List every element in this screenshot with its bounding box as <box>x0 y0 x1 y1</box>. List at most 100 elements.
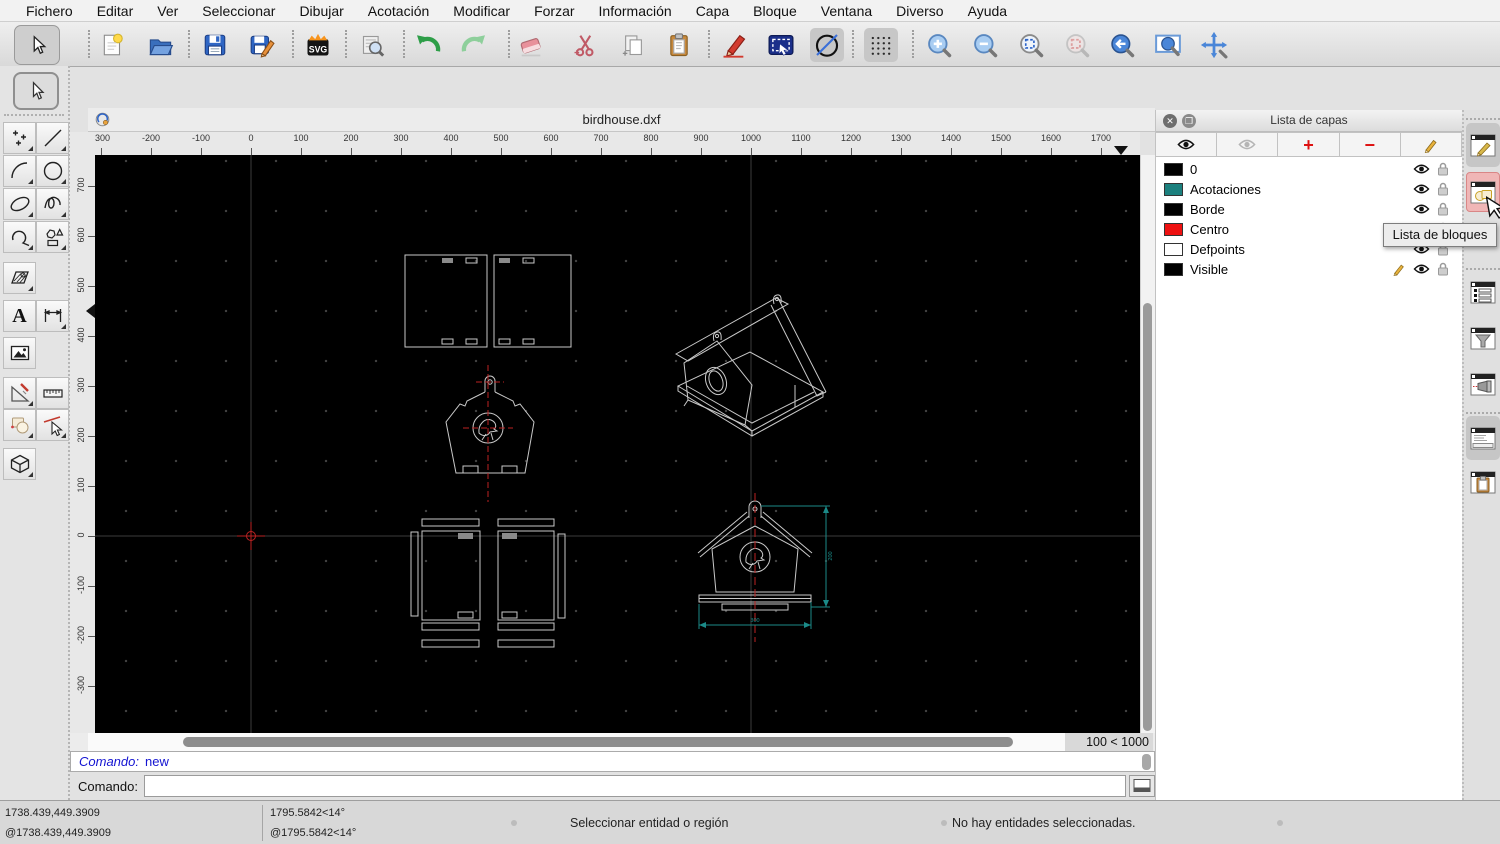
history-scrollbar-thumb[interactable] <box>1142 754 1151 770</box>
layer-row-visible[interactable]: Visible <box>1156 259 1462 279</box>
ruler-icon <box>41 381 65 405</box>
zoom-previous-button[interactable] <box>1105 28 1139 62</box>
new-file-button[interactable] <box>96 28 130 62</box>
grid-toggle-button[interactable] <box>864 28 898 62</box>
vertical-scrollbar-thumb[interactable] <box>1143 303 1152 731</box>
show-all-layers-button[interactable] <box>1156 132 1218 157</box>
relative-zero-toggle[interactable] <box>1468 368 1498 400</box>
command-line-toggle[interactable] <box>1466 416 1500 460</box>
tool-hatch-button[interactable] <box>3 262 36 294</box>
tool-spline-button[interactable] <box>36 188 69 220</box>
remove-layer-button[interactable]: − <box>1339 132 1401 157</box>
eraser-button[interactable] <box>514 28 548 62</box>
layer-lock-icon[interactable] <box>1432 202 1454 216</box>
command-window-toggle-button[interactable] <box>1129 775 1155 797</box>
menu-item-fichero[interactable]: Fichero <box>14 3 85 19</box>
h-ruler-tick <box>951 148 952 155</box>
print-preview-button[interactable] <box>355 28 389 62</box>
tool-image-button[interactable] <box>3 337 36 369</box>
pan-button[interactable] <box>1197 28 1231 62</box>
library-browser-toggle[interactable] <box>1468 276 1498 308</box>
layer-row-acotaciones[interactable]: Acotaciones <box>1156 179 1462 199</box>
tool-arc-button[interactable] <box>3 155 36 187</box>
menu-item-ver[interactable]: Ver <box>145 3 190 19</box>
save-button[interactable] <box>198 28 232 62</box>
tool-circle-button[interactable] <box>36 155 69 187</box>
cut-button[interactable] <box>568 28 602 62</box>
layer-color-swatch[interactable] <box>1164 242 1183 256</box>
document-tab-bar[interactable]: birdhouse.dxf <box>88 108 1155 132</box>
tool-polyline-button[interactable] <box>3 221 36 253</box>
tool-ellipse-button[interactable] <box>3 188 36 220</box>
command-input[interactable] <box>143 775 1127 797</box>
menu-item-información[interactable]: Información <box>587 3 684 19</box>
redo-button[interactable] <box>457 28 491 62</box>
layer-row-0[interactable]: 0 <box>1156 159 1462 179</box>
zoom-window-button[interactable] <box>1151 28 1185 62</box>
layer-visibility-icon[interactable] <box>1410 163 1432 175</box>
clipboard-panel-toggle[interactable] <box>1468 466 1498 498</box>
menu-item-editar[interactable]: Editar <box>85 3 146 19</box>
menu-item-seleccionar[interactable]: Seleccionar <box>190 3 287 19</box>
layer-lock-icon[interactable] <box>1432 262 1454 276</box>
layer-color-swatch[interactable] <box>1164 182 1183 196</box>
tool-block-edit-button[interactable] <box>3 409 36 441</box>
open-file-button[interactable] <box>143 28 177 62</box>
layer-row-borde[interactable]: Borde <box>1156 199 1462 219</box>
layer-color-swatch[interactable] <box>1164 262 1183 276</box>
canvas-vertical-scrollbar[interactable] <box>1140 155 1155 733</box>
tool-ruler-button[interactable] <box>36 377 69 409</box>
canvas-horizontal-scrollbar[interactable]: 100 < 1000 <box>70 733 1155 751</box>
menu-item-ayuda[interactable]: Ayuda <box>956 3 1019 19</box>
layer-color-swatch[interactable] <box>1164 222 1183 236</box>
zoom-selection-button[interactable] <box>1060 28 1094 62</box>
layer-color-swatch[interactable] <box>1164 202 1183 216</box>
save-as-button[interactable] <box>245 28 279 62</box>
circle-slash-button[interactable] <box>810 28 844 62</box>
layer-lock-icon[interactable] <box>1432 162 1454 176</box>
edit-layer-button[interactable] <box>1400 132 1463 157</box>
select-tool-button[interactable] <box>14 25 60 65</box>
selection-pointer-button[interactable] <box>13 72 59 110</box>
menu-item-bloque[interactable]: Bloque <box>741 3 809 19</box>
undo-button[interactable] <box>411 28 445 62</box>
add-layer-button[interactable]: + <box>1278 132 1340 157</box>
hide-all-layers-button[interactable] <box>1217 132 1279 157</box>
property-editor-toggle[interactable] <box>1466 123 1500 167</box>
layer-color-swatch[interactable] <box>1164 162 1183 176</box>
tool-line-button[interactable] <box>36 122 69 154</box>
tool-box3d-button[interactable] <box>3 448 36 480</box>
zoom-out-button[interactable] <box>968 28 1002 62</box>
tool-text-button[interactable]: A <box>3 300 36 332</box>
draw-pencil-button[interactable] <box>717 28 751 62</box>
menu-item-dibujar[interactable]: Dibujar <box>287 3 355 19</box>
menu-item-forzar[interactable]: Forzar <box>522 3 586 19</box>
horizontal-scrollbar-thumb[interactable] <box>183 737 1013 747</box>
layer-visibility-icon[interactable] <box>1410 263 1432 275</box>
zoom-in-button[interactable] <box>922 28 956 62</box>
zoom-auto-button[interactable] <box>1014 28 1048 62</box>
menu-item-ventana[interactable]: Ventana <box>809 3 884 19</box>
selection-tool-button[interactable] <box>764 28 798 62</box>
menu-item-modificar[interactable]: Modificar <box>441 3 522 19</box>
tool-shapes-button[interactable] <box>36 221 69 253</box>
drawing-canvas[interactable]: 300 200 <box>95 155 1140 733</box>
tool-points-button[interactable] <box>3 122 36 154</box>
svg-export-button[interactable]: SVG <box>301 28 335 62</box>
menu-item-capa[interactable]: Capa <box>684 3 741 19</box>
selection-filter-toggle[interactable] <box>1468 322 1498 354</box>
tool-snap-edit-button[interactable] <box>36 409 69 441</box>
paste-button[interactable] <box>662 28 696 62</box>
horizontal-scrollbar-track[interactable] <box>88 733 1068 751</box>
layer-visibility-icon[interactable] <box>1410 183 1432 195</box>
toolbar-separator <box>852 30 854 58</box>
copy-button[interactable] <box>616 28 650 62</box>
layer-lock-icon[interactable] <box>1432 182 1454 196</box>
toolbar-drag-handle[interactable] <box>4 114 64 116</box>
layer-visibility-icon[interactable] <box>1410 203 1432 215</box>
menu-item-diverso[interactable]: Diverso <box>884 3 955 19</box>
tool-measure-button[interactable] <box>3 377 36 409</box>
menu-item-acotación[interactable]: Acotación <box>356 3 441 19</box>
tool-dimension-button[interactable] <box>36 300 69 332</box>
layer-pencil-icon[interactable] <box>1388 262 1410 276</box>
